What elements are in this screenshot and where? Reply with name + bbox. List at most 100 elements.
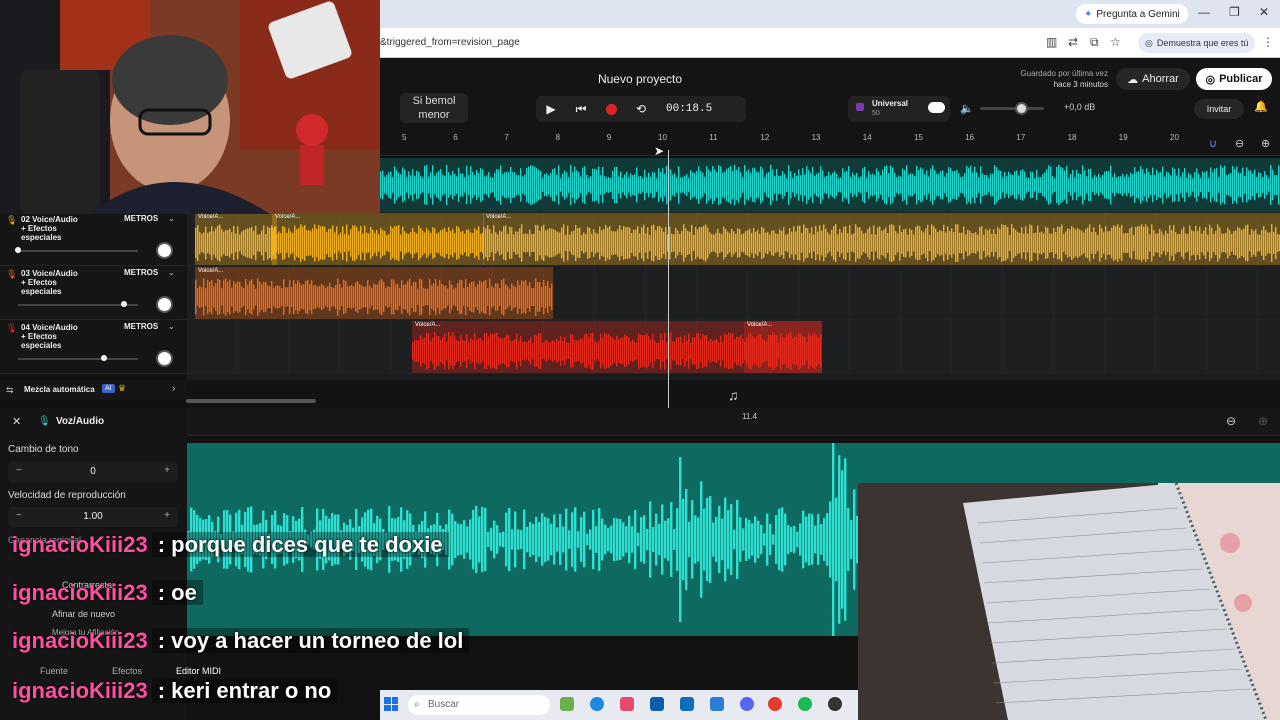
track-volume-slider[interactable]	[18, 304, 138, 306]
track-volume-handle[interactable]	[120, 301, 127, 307]
add-track-icon[interactable]: ♫	[728, 387, 739, 403]
track-lane-04[interactable]: Voice/A... Voice/A...	[187, 320, 1280, 374]
track-lanes[interactable]: Voice/A... Voice/A... Voice/A... Voice/A...…	[187, 212, 1280, 380]
tab-fuente[interactable]: Fuente	[40, 666, 68, 676]
maximize-button[interactable]: ❐	[1229, 5, 1240, 19]
metros-button[interactable]: METROS	[124, 214, 158, 223]
chevron-down-icon[interactable]: ⌄	[168, 214, 175, 223]
waveform-bar	[368, 233, 370, 253]
zoom-out-icon[interactable]: ⊖	[1235, 137, 1244, 150]
waveform-bar	[389, 287, 391, 307]
chevron-right-icon[interactable]: ›	[172, 383, 175, 394]
notification-bell-icon[interactable]: 🔔	[1254, 100, 1268, 113]
metros-button[interactable]: METROS	[124, 268, 158, 277]
audio-clip[interactable]: Voice/A...	[195, 213, 277, 265]
waveform-bar	[414, 176, 416, 194]
app-icon[interactable]	[828, 697, 842, 711]
spotify-icon[interactable]	[798, 697, 812, 711]
retune-button[interactable]: Afinar de nuevo	[52, 609, 115, 619]
app-icon[interactable]	[680, 697, 694, 711]
track-volume-handle[interactable]	[15, 247, 21, 253]
track-header-03[interactable]: 🎙 03 Voice/Audio + Efectos especiales METR…	[0, 266, 187, 320]
url-text[interactable]: &triggered_from=revision_page	[380, 37, 520, 48]
audio-clip[interactable]: Voice/A...	[744, 321, 822, 373]
chevron-down-icon[interactable]: ⌄	[168, 322, 175, 331]
play-button[interactable]: ▶	[536, 96, 566, 122]
waveform-bar	[821, 230, 823, 256]
invite-button[interactable]: Invitar	[1194, 99, 1244, 119]
close-window-button[interactable]: ✕	[1259, 5, 1269, 19]
translate-icon[interactable]: ⇄	[1068, 35, 1078, 49]
speed-stepper[interactable]: − 1.00 +	[8, 507, 178, 527]
track-header-04[interactable]: 🎙 04 Voice/Audio + Efectos especiales METR…	[0, 320, 187, 374]
audio-clip[interactable]: Voice/A...	[483, 213, 1280, 265]
pan-knob[interactable]	[156, 242, 173, 259]
zoom-out-icon[interactable]: ⊖	[1226, 414, 1236, 428]
track-volume-slider[interactable]	[18, 250, 138, 252]
chevron-down-icon[interactable]: ⌄	[168, 268, 175, 277]
app-icon[interactable]	[710, 697, 724, 711]
key-selector[interactable]: Si bemol menor	[400, 93, 468, 123]
metronome-toggle[interactable]	[928, 102, 945, 113]
pan-knob[interactable]	[156, 296, 173, 313]
waveform-bar	[489, 278, 491, 316]
waveform-bar	[716, 172, 718, 198]
app-icon[interactable]	[620, 697, 634, 711]
track-name[interactable]: 03 Voice/Audio + Efectos especiales	[21, 269, 85, 296]
close-editor-icon[interactable]: ✕	[12, 415, 21, 428]
track-name[interactable]: 02 Voice/Audio + Efectos especiales	[21, 215, 85, 242]
record-button[interactable]	[596, 96, 626, 122]
bookmark-star-icon[interactable]: ☆	[1110, 35, 1121, 49]
project-title[interactable]: Nuevo proyecto	[560, 72, 720, 86]
app-icon[interactable]	[560, 697, 574, 711]
windows-start-icon[interactable]	[384, 697, 398, 711]
horizontal-scrollbar[interactable]	[186, 399, 316, 403]
kebab-menu-icon[interactable]: ⋮	[1262, 35, 1274, 49]
taskbar-search[interactable]: ⌕ Buscar	[408, 695, 550, 715]
publish-button[interactable]: ◎ Publicar	[1196, 68, 1272, 90]
track-headers: 🎙 02 Voice/Audio + Efectos especiales METR…	[0, 212, 187, 377]
waveform-bar	[604, 524, 607, 555]
track-lane-03[interactable]: Voice/A...	[187, 266, 1280, 320]
waveform-bar	[800, 175, 802, 195]
reading-mode-icon[interactable]: ▥	[1046, 35, 1057, 49]
pan-knob[interactable]	[156, 350, 173, 367]
playhead[interactable]	[668, 150, 669, 408]
zoom-in-icon[interactable]: ⊕	[1258, 414, 1268, 428]
editor-timeline-head[interactable]	[187, 408, 1280, 436]
audio-clip[interactable]: Voice/A...	[195, 267, 553, 319]
loop-button[interactable]: ⟲	[626, 96, 656, 122]
track-volume-slider[interactable]	[18, 358, 138, 360]
magnet-icon[interactable]: ∪	[1209, 137, 1217, 150]
track-01-lane[interactable]	[380, 158, 1280, 212]
save-button[interactable]: ☁ Ahorrar	[1116, 68, 1190, 90]
profile-pill[interactable]: ◎ Demuestra que eres tú	[1138, 33, 1256, 53]
zoom-in-icon[interactable]: ⊕	[1261, 137, 1270, 150]
audio-clip[interactable]: Voice/A...	[272, 213, 484, 265]
track-volume-handle[interactable]	[101, 355, 108, 361]
tab-efectos[interactable]: Efectos	[112, 666, 142, 676]
chrome-icon[interactable]	[768, 697, 782, 711]
rewind-button[interactable]: ⏮	[566, 96, 596, 122]
plus-icon[interactable]: +	[164, 465, 170, 476]
waveform-bar	[763, 228, 765, 258]
edge-icon[interactable]	[590, 697, 604, 711]
master-volume-knob[interactable]	[1015, 102, 1028, 115]
plus-icon[interactable]: +	[164, 510, 170, 521]
minimize-button[interactable]: —	[1198, 5, 1210, 19]
track-header-02[interactable]: 🎙 02 Voice/Audio + Efectos especiales METR…	[0, 212, 187, 266]
timeline-ruler[interactable]: 5 6 7 8 9 10 11 12 13 14 15 16 17 18 19 20	[380, 130, 1280, 156]
app-icon[interactable]	[650, 697, 664, 711]
metros-button[interactable]: METROS	[124, 322, 158, 331]
ruler-tick: 13	[811, 133, 821, 142]
gemini-button[interactable]: ✦ Pregunta a Gemini	[1076, 4, 1188, 24]
pitch-stepper[interactable]: − 0 +	[8, 462, 178, 482]
master-volume-slider[interactable]	[980, 107, 1044, 110]
search-icon: ⌕	[414, 699, 420, 710]
tab-midi-editor[interactable]: Editor MIDI	[176, 666, 221, 676]
track-lane-02[interactable]: Voice/A... Voice/A... Voice/A...	[187, 212, 1280, 266]
track-name[interactable]: 04 Voice/Audio + Efectos especiales	[21, 323, 85, 350]
install-app-icon[interactable]: ⧉	[1090, 35, 1099, 50]
discord-icon[interactable]	[740, 697, 754, 711]
volume-icon[interactable]: 🔈	[960, 102, 974, 115]
